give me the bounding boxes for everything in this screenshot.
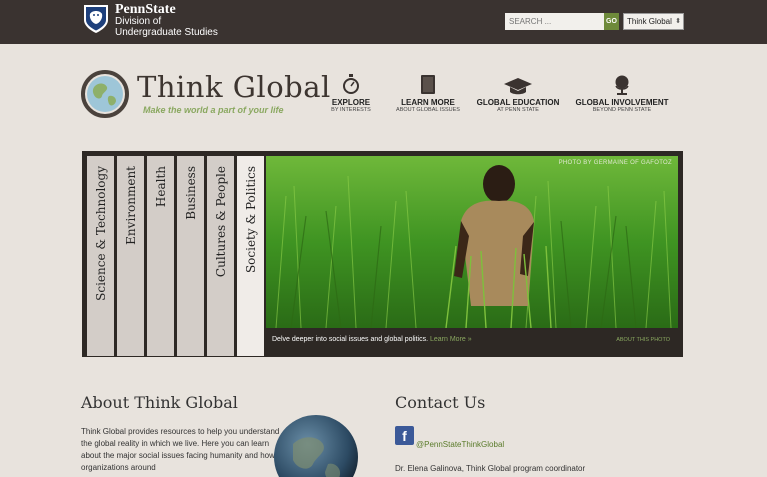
division-line-1: Division of	[115, 16, 162, 27]
caption-text: Delve deeper into social issues and glob…	[272, 336, 472, 343]
photo-credit: PHOTO BY GERMAINE OF GAFOTOZ	[558, 160, 672, 166]
nav-global-involvement-label: GLOBAL INVOLVEMENT	[575, 98, 669, 107]
site-select-value: Think Global	[627, 17, 672, 26]
site-select-dropdown[interactable]: Think Global ⬍	[623, 13, 684, 30]
nav-explore-label: EXPLORE	[331, 98, 371, 107]
globe-stand-icon	[615, 75, 629, 95]
think-global-logo[interactable]: Think Global Make the world a part of yo…	[81, 70, 330, 120]
tab-label: Environment	[123, 166, 138, 245]
penn-state-logo[interactable]: PennState Division of Undergraduate Stud…	[83, 2, 218, 38]
nav-global-education-sub: AT PENN STATE	[497, 107, 539, 113]
chevron-down-icon: ⬍	[675, 18, 681, 25]
nav-global-involvement-sub: BEYOND PENN STATE	[592, 107, 652, 113]
book-icon	[421, 75, 435, 94]
facebook-link[interactable]: @PennStateThinkGlobal	[416, 440, 504, 449]
nittany-lion-shield-icon	[84, 5, 108, 33]
tab-cultures-people[interactable]: Cultures & People	[207, 156, 234, 356]
earth-globe-image	[274, 415, 358, 477]
globe-logo-icon	[81, 70, 129, 118]
tab-business[interactable]: Business	[177, 156, 204, 356]
nav-learn-more-sub: ABOUT GLOBAL ISSUES	[396, 107, 460, 113]
nav-global-education-label: GLOBAL EDUCATION	[476, 98, 560, 107]
nav-learn-more-label: LEARN MORE	[401, 98, 455, 107]
search-go-button[interactable]: GO	[604, 13, 619, 30]
feature-panel: Science & Technology Environment Health …	[82, 151, 683, 357]
nav-explore-sub: BY INTERESTS	[331, 107, 371, 113]
about-body: Think Global provides resources to help …	[81, 427, 280, 472]
tab-label: Cultures & People	[213, 166, 228, 278]
coordinator-text: Dr. Elena Galinova, Think Global program…	[395, 464, 586, 473]
graduation-cap-icon	[504, 78, 532, 95]
feature-photo: PHOTO BY GERMAINE OF GAFOTOZ	[266, 156, 678, 328]
tab-society-politics[interactable]: Society & Politics	[237, 156, 264, 356]
tab-label: Society & Politics	[243, 166, 258, 274]
tab-science-technology[interactable]: Science & Technology	[87, 156, 114, 356]
nav-global-involvement[interactable]: GLOBAL INVOLVEMENT BEYOND PENN STATE	[574, 73, 670, 113]
nav-global-education[interactable]: GLOBAL EDUCATION AT PENN STATE	[476, 73, 560, 113]
tab-environment[interactable]: Environment	[117, 156, 144, 356]
learn-more-link[interactable]: Learn More »	[430, 336, 472, 343]
facebook-icon[interactable]: f	[395, 426, 414, 445]
university-name: PennState	[115, 2, 176, 17]
rice-field-photo	[266, 156, 678, 328]
site-tagline: Make the world a part of your life	[143, 105, 284, 115]
division-line-2: Undergraduate Studies	[115, 27, 218, 38]
contact-heading: Contact Us	[395, 393, 486, 412]
caption-body: Delve deeper into social issues and glob…	[272, 336, 429, 343]
tab-label: Health	[153, 166, 168, 208]
site-title: Think Global	[137, 70, 331, 104]
about-this-photo-link[interactable]: ABOUT THIS PHOTO	[616, 337, 670, 343]
feature-caption: Delve deeper into social issues and glob…	[266, 328, 678, 352]
tab-health[interactable]: Health	[147, 156, 174, 356]
tab-label: Business	[183, 166, 198, 220]
nav-explore[interactable]: EXPLORE BY INTERESTS	[330, 73, 372, 113]
tab-label: Science & Technology	[93, 166, 108, 301]
about-heading: About Think Global	[81, 393, 238, 412]
top-bar: PennState Division of Undergraduate Stud…	[0, 0, 767, 44]
search-input[interactable]	[505, 13, 604, 30]
compass-icon	[343, 74, 359, 94]
nav-learn-more[interactable]: LEARN MORE ABOUT GLOBAL ISSUES	[393, 73, 463, 113]
